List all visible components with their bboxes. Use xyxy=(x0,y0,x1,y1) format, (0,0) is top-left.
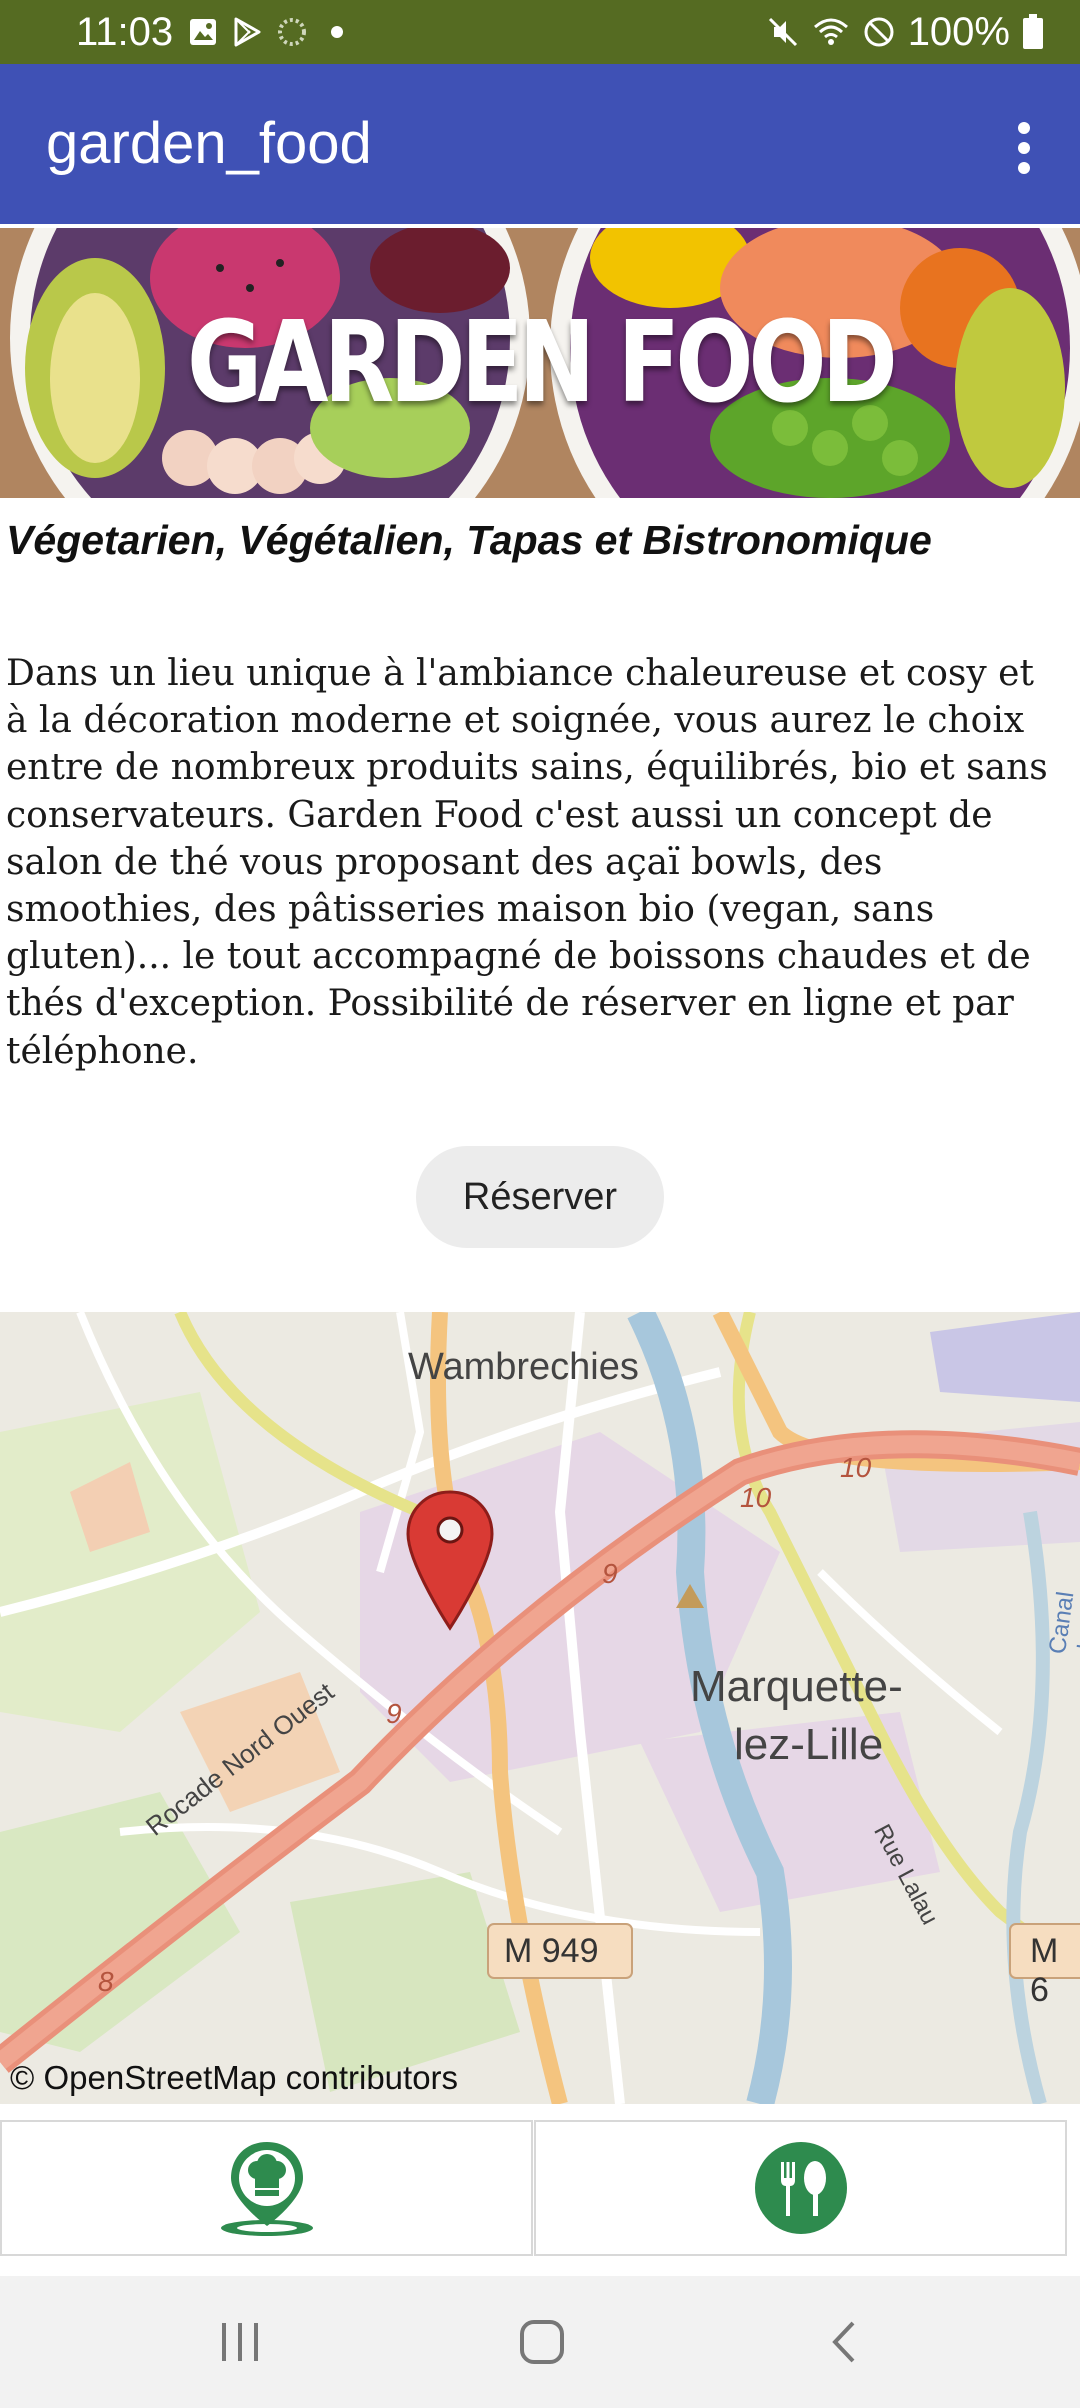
map-tiles xyxy=(0,1312,1080,2104)
recents-button[interactable] xyxy=(180,2276,300,2408)
system-nav-bar xyxy=(0,2276,1080,2408)
battery-percent: 100% xyxy=(907,10,1010,54)
back-button[interactable] xyxy=(784,2276,904,2408)
status-bar: 11:03 100% xyxy=(0,0,1080,64)
banner-title: GARDEN FOOD xyxy=(187,298,898,428)
back-icon xyxy=(832,2321,855,2363)
location-pin-icon[interactable] xyxy=(404,1488,496,1632)
more-vert-icon[interactable] xyxy=(996,116,1052,180)
restaurant-description: Dans un lieu unique à l'ambiance chaleur… xyxy=(6,653,1048,1072)
map-view[interactable]: Wambrechies Marquette- lez-Lille Rocade … xyxy=(0,1312,1080,2104)
map-attribution[interactable]: © OpenStreetMap contributors xyxy=(10,2058,458,2098)
map-label-road-10a: 10 xyxy=(740,1482,772,1513)
app-bar: garden_food xyxy=(0,64,1080,224)
map-label-road-10b: 10 xyxy=(840,1452,872,1483)
map-label-wambrechies: Wambrechies xyxy=(408,1346,639,1388)
chef-location-icon xyxy=(220,2142,313,2236)
map-label-road-9a: 9 xyxy=(602,1558,618,1589)
wifi-icon xyxy=(813,18,848,45)
home-icon xyxy=(520,2320,564,2364)
gallery-icon xyxy=(190,19,216,45)
map-label-lez-lille: lez-Lille xyxy=(734,1720,884,1769)
map-label-road-9b: 9 xyxy=(386,1698,402,1729)
sync-icon xyxy=(278,18,306,46)
recents-icon xyxy=(222,2323,258,2361)
restaurant-button[interactable] xyxy=(534,2120,1067,2256)
map-label-m-cut: M 6 xyxy=(1030,1932,1059,2009)
map-label-marquette: Marquette- xyxy=(690,1662,903,1711)
dot-icon xyxy=(331,26,343,38)
map-label-road-8: 8 xyxy=(98,1966,114,1997)
battery-icon xyxy=(1023,14,1043,49)
banner-image: GARDEN FOOD xyxy=(0,228,1080,498)
restaurant-subtitle: Végetarien, Végétalien, Tapas et Bistron… xyxy=(6,517,932,563)
chef-location-button[interactable] xyxy=(0,2120,533,2256)
reserve-button[interactable]: Réserver xyxy=(416,1146,664,1248)
status-time: 11:03 xyxy=(76,10,174,54)
do-not-disturb-icon xyxy=(864,17,894,47)
play-store-icon xyxy=(234,17,261,47)
map-label-m949: M 949 xyxy=(504,1932,599,1970)
home-button[interactable] xyxy=(482,2276,602,2408)
mute-icon xyxy=(768,17,797,47)
restaurant-icon xyxy=(754,2142,847,2234)
app-title: garden_food xyxy=(46,111,372,176)
bottom-button-bar xyxy=(0,2120,1080,2260)
